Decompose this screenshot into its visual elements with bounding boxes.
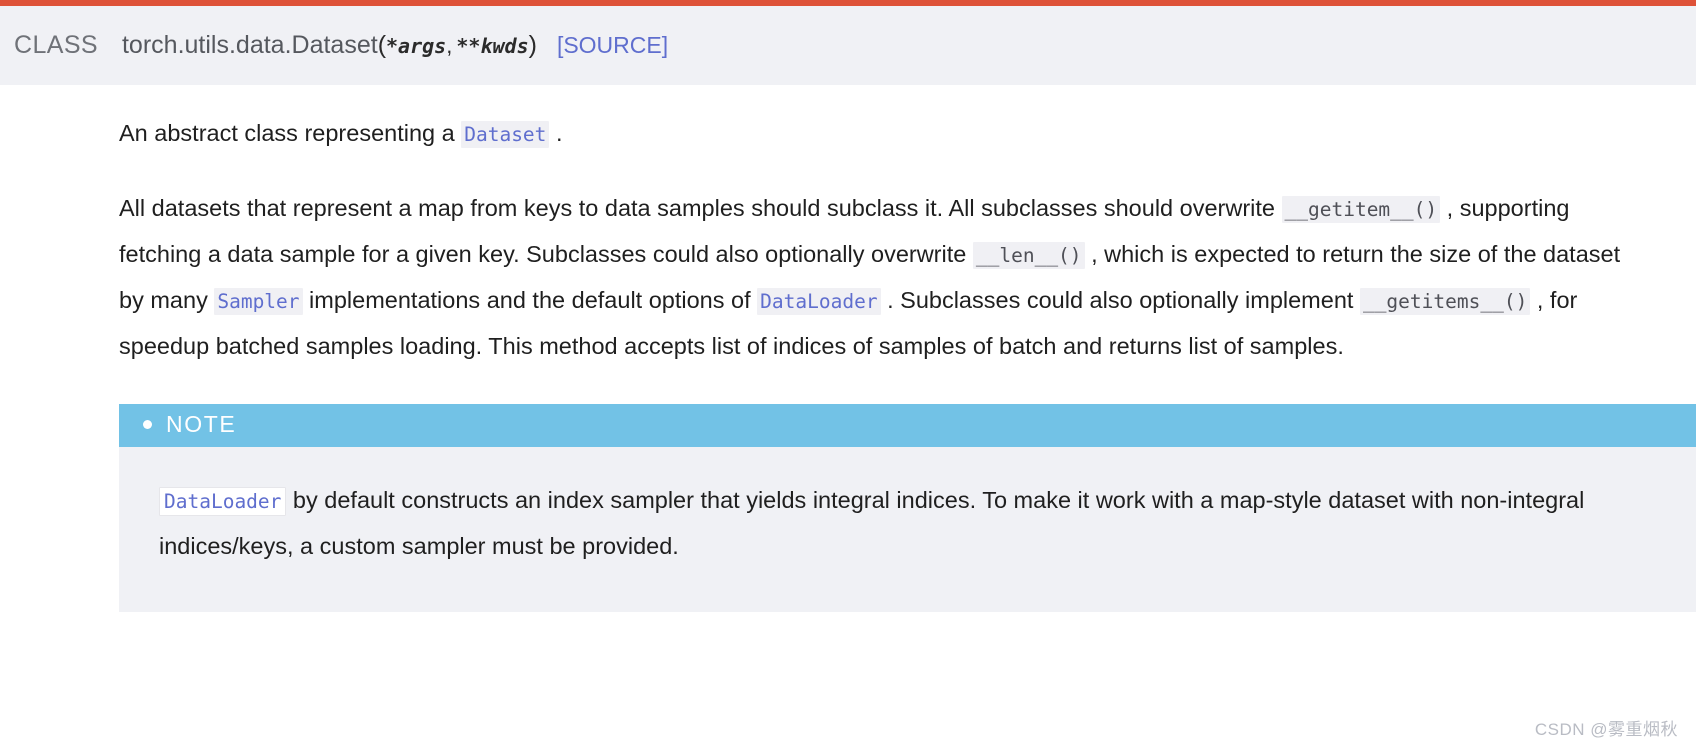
watermark: CSDN @雾重烟秋 — [1534, 720, 1678, 739]
note-text: by default constructs an index sampler t… — [159, 487, 1585, 559]
note-body: DataLoader by default constructs an inde… — [119, 447, 1696, 568]
paragraph-text: . — [549, 120, 563, 146]
paragraph-text: An abstract class representing a — [119, 120, 462, 146]
paragraph-subclass-guidance: All datasets that represent a map from k… — [119, 186, 1636, 368]
source-link[interactable]: [SOURCE] — [557, 32, 668, 59]
signature-open-paren: ( — [377, 31, 387, 59]
note-label: NOTE — [166, 411, 237, 437]
signature-param-args: *args — [386, 33, 447, 58]
code-getitems: __getitems__() — [1359, 288, 1531, 315]
code-link-dataloader-note[interactable]: DataLoader — [159, 487, 287, 516]
note-header: NOTE — [119, 404, 1696, 447]
paragraph-text: . Subclasses could also optionally imple… — [880, 287, 1360, 313]
signature-param-kwds: **kwds — [456, 33, 529, 58]
signature-qualified-name: torch.utils.data.Dataset — [121, 31, 378, 59]
paragraph-text: All datasets that represent a map from k… — [119, 195, 1282, 221]
signature-param-separator: , — [446, 32, 453, 58]
signature-keyword: CLASS — [14, 31, 98, 59]
code-link-dataset[interactable]: Dataset — [461, 121, 550, 148]
note-paragraph: DataLoader by default constructs an inde… — [159, 478, 1626, 568]
paragraph-abstract-class: An abstract class representing a Dataset… — [119, 111, 1636, 157]
signature-close-paren: ) — [528, 31, 537, 59]
code-len: __len__() — [972, 242, 1085, 269]
bullet-icon — [143, 420, 152, 429]
code-link-sampler[interactable]: Sampler — [214, 288, 303, 315]
code-getitem: __getitem__() — [1281, 196, 1441, 223]
documentation-body: An abstract class representing a Dataset… — [0, 85, 1696, 612]
class-signature-header: CLASS torch.utils.data.Dataset ( *args ,… — [0, 6, 1696, 85]
code-link-dataloader[interactable]: DataLoader — [757, 288, 881, 315]
note-admonition: NOTE DataLoader by default constructs an… — [119, 404, 1696, 612]
paragraph-text: implementations and the default options … — [302, 287, 758, 313]
